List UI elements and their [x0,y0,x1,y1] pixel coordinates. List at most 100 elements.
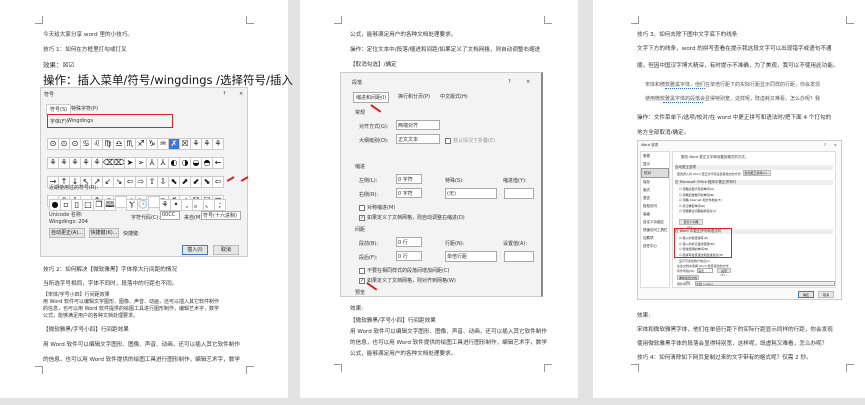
auto-right-checkbox[interactable]: ✓ 如果定义了文档网格，则自动调整右缩进(D) [359,214,465,221]
checkbox-icon [359,267,365,274]
writing-style-select[interactable]: 语法 [697,268,713,273]
auto-right-label: 如果定义了文档网格，则自动调整右缩进(D) [367,215,465,221]
options-nav-item[interactable]: 版式 [641,186,669,194]
right-indent-input[interactable]: 0 字符 [396,188,422,198]
snap-grid-label: 如果定义了文档网格，则对齐到网格(W) [367,278,456,284]
close-button[interactable]: × [526,79,530,85]
recent-symbols[interactable]: ● ▫ ▯ □ ❐ 🕮 Ⲩ 🕑 ⚘ •,。、; [49,192,226,211]
margin-corner [544,16,552,24]
autocorrect-button[interactable]: 自动更正(A)... [49,228,85,238]
text-line: 技巧 1：如何在方框里打勾或打叉 [43,47,127,53]
mirror-checkbox[interactable]: 对称缩进(M) [359,204,395,211]
options-nav-item[interactable]: 加载项 [641,234,669,242]
unicode-name-label: Unicode 名称: [49,212,83,218]
symbol-cell[interactable]: ⇦ [212,176,224,188]
tip-heading: 技巧 3、如何去除下图中文字底下的线条 [637,32,738,38]
options-nav-item[interactable]: 轻松访问 [641,202,669,210]
section-general: 常规 [355,110,366,116]
options-nav-item[interactable]: 快速访问工具栏 [641,226,669,234]
options-nav-item[interactable]: 常规 [641,152,669,160]
shortcut-label: 快捷键: [123,231,140,237]
sample-text: 宋体和微软雅黑字体，他们在单倍行距下的实际行距显示同样的行距，你会发现 [645,82,821,88]
collapse-checkbox[interactable]: 默认情况下折叠(E) [445,137,495,144]
sample-text: 使用微软雅黑字体的段落会显得特别宽，这样呢，既虚耗又难看，怎么办呢？我 [645,96,821,102]
margin-corner [631,364,639,372]
close-button[interactable]: × [834,143,837,147]
align-select[interactable]: 两端对齐 [396,120,440,130]
options-nav-item[interactable]: 语言 [641,194,669,202]
text-line: 用 Word 软件可以编辑文字图形、图像、声音、动画，还可以插入其它软件制作 [43,342,240,348]
snap-grid-checkbox[interactable]: ✓ 如果定义了文档网格，则对齐到网格(W) [359,277,456,284]
text-line: 【取消勾选】/确定 [350,62,397,68]
tab-indent-spacing[interactable]: 缩进和间距(I) [353,92,390,103]
section-indent: 缩进 [355,164,366,170]
songti-heading: 【宋体/字号小四】行间距效果 [43,292,110,298]
tab-asian-typography[interactable]: 中文版式(H) [440,93,468,100]
before-input[interactable]: 0 行 [396,237,422,247]
char-code-input[interactable]: 00CC [160,211,180,220]
help-button[interactable]: ? [223,91,226,97]
panel-header: 更改 Word 更正文字和设置其格式的方式。 [681,155,749,159]
line-spacing-select[interactable]: 单倍行距 [445,251,497,262]
options-nav-item[interactable]: 显示 [641,160,669,168]
left-indent-input[interactable]: 0 字符 [396,174,422,184]
tip-heading: 技巧 2：如何解决【微软雅黑】字体撑大行间距的情况 [43,267,177,273]
cancel-button[interactable]: 取消 [213,245,239,255]
options-nav-item[interactable]: 信任中心 [641,242,669,250]
recheck-document-button[interactable]: 重新检查文档(K) [677,275,699,284]
insert-button[interactable]: 插入(I) [182,245,208,255]
margin-corner [246,366,254,374]
outline-select[interactable]: 正文文本 [396,134,440,144]
right-indent-label: 右侧(R): [359,192,379,198]
after-input[interactable]: 0 行 [396,251,422,261]
option-checkbox[interactable]: ☑ 仅根据主词典提供建议(I) [679,209,722,215]
checked-icon: ✓ [359,277,365,284]
help-button[interactable]: ? [824,143,826,147]
text-line: 公式，能够满足用户的各种文档处理要求。 [350,32,457,38]
symbol-cell[interactable]: ⚘ [212,138,224,150]
options-nav: 常规 显示 校对 保存 版式 语言 轻松访问 高级 自定义功能区 快速访问工具栏 加载项 信任中心 [640,151,670,288]
exceptions-select[interactable]: 文档 1.docx [695,281,835,286]
red-highlight-box [674,228,732,258]
ok-button[interactable]: 确定 [798,291,814,298]
margin-corner [544,364,552,372]
document-page-3: 技巧 3、如何去除下图中文字底下的线条 文字下方的线条，word 的拼写查看在提… [593,0,865,398]
shortcut-key-button[interactable]: 快捷键(K)... [89,228,119,238]
at-input[interactable] [504,251,534,262]
options-nav-item[interactable]: 校对 [641,168,669,178]
yahei-heading: 【微软雅黑/字号小四】行间距效果 [43,327,129,333]
cancel-button[interactable]: 取消 [818,291,834,298]
document-page-1: 今天给大家分享 word 里的小技巧。 技巧 1：如何在方框里打勾或打叉 效果：… [0,0,293,398]
checkbox-icon [445,137,451,144]
from-select[interactable]: 符号(十六进制) [201,211,241,220]
text-line: 的信息，也可以用 Word 软件提供的绘图工具进行图形制作，编辑艺术字，数学 [43,357,240,363]
margin-corner [334,16,342,24]
special-select[interactable]: (无) [445,188,497,199]
tab-special-chars[interactable]: 特殊字符(P) [71,105,98,112]
margin-corner [631,16,639,24]
options-nav-item[interactable]: 自定义功能区 [641,218,669,226]
custom-dictionaries-button[interactable]: 自定义词典(C)... [679,219,703,229]
text-line: 效果：☒☑ [43,61,75,69]
mirror-label: 对称缩进(M) [367,205,396,211]
no-space-checkbox[interactable]: 不要在相同样式的段落间增加间距(C) [359,267,449,274]
options-nav-item[interactable]: 保存 [641,178,669,186]
symbol-cell[interactable]: ← [212,157,224,169]
paragraph-dialog: 段落 ? × 缩进和间距(I) 换行和分页(P) 中文版式(H) 常规 对齐方式… [340,72,543,297]
text-line: 用 Word 软件可以编辑文字图形、图像、声音、动画，还可以插入其它软件制作 [43,299,220,305]
close-button[interactable]: × [239,91,243,97]
options-nav-item[interactable]: 高级 [641,210,669,218]
font-select[interactable]: Wingdings [67,118,93,124]
indent-by-input[interactable] [504,188,534,199]
recent-symbol-cell[interactable]: ; [214,199,226,211]
settings-button[interactable]: 设置(T)... [717,268,731,277]
text-line: 用 Word 软件可以编辑文字图形、图像、声音、动画，还可以插入其它软件制作 [350,329,547,335]
document-page-2: 公式，能够满足用户的各种文档处理要求。 操作：定位文本中/段落/缩进和间距/如果… [300,0,578,398]
help-button[interactable]: ? [508,79,511,85]
autocorrect-options-button[interactable]: 自动更正选项(A)... [743,170,771,176]
readability-option[interactable]: 显示可读性统计信息(L) [679,259,710,263]
tab-line-page-breaks[interactable]: 换行和分页(P) [398,93,430,100]
symbol-dialog: 符号 ? × 符号(S) 特殊字符(P) 字体(F): Wingdings ⊙ ⊙… [40,87,249,257]
section-preview: 预览 [355,290,366,296]
indent-by-label: 缩进值(Y): [503,178,527,184]
